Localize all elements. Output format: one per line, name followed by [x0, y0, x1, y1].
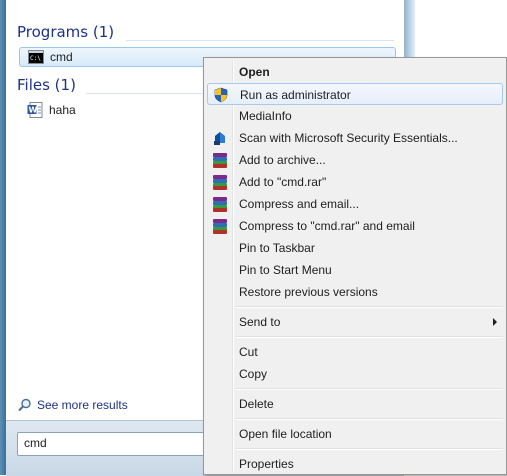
- menu-item-compress-to-cmd-rar-and-email[interactable]: Compress to "cmd.rar" and email: [207, 215, 503, 237]
- menu-separator: [236, 388, 503, 390]
- menu-item-label: Pin to Taskbar: [239, 241, 315, 255]
- menu-item-label: Compress and email...: [239, 197, 360, 211]
- menu-item-delete[interactable]: Delete: [207, 393, 503, 415]
- menu-item-label: Open file location: [239, 427, 332, 441]
- programs-header[interactable]: Programs (1): [17, 23, 114, 45]
- menu-item-label: Run as administrator: [240, 88, 351, 102]
- menu-item-label: Open: [239, 65, 270, 79]
- menu-item-label: Cut: [239, 345, 258, 359]
- context-menu: Open Run as administrator MediaInfo Scan…: [203, 57, 507, 475]
- search-icon: [18, 398, 31, 412]
- menu-item-properties[interactable]: Properties: [207, 453, 503, 475]
- menu-separator: [236, 306, 503, 308]
- result-label: cmd: [50, 50, 73, 64]
- menu-item-label: Pin to Start Menu: [239, 263, 332, 277]
- menu-item-restore-previous-versions[interactable]: Restore previous versions: [207, 281, 503, 303]
- files-header[interactable]: Files (1): [17, 76, 76, 98]
- winrar-icon: [212, 152, 228, 168]
- winrar-icon: [212, 174, 228, 190]
- winrar-icon: [212, 218, 228, 234]
- menu-separator: [236, 336, 503, 338]
- menu-item-run-as-administrator[interactable]: Run as administrator: [207, 83, 503, 105]
- see-more-label: See more results: [37, 398, 128, 412]
- menu-item-label: Restore previous versions: [239, 285, 378, 299]
- menu-item-compress-and-email[interactable]: Compress and email...: [207, 193, 503, 215]
- uac-shield-icon: [214, 87, 228, 103]
- menu-item-label: Copy: [239, 367, 268, 381]
- programs-divider: [126, 40, 394, 41]
- winrar-icon: [212, 196, 228, 212]
- menu-item-pin-to-taskbar[interactable]: Pin to Taskbar: [207, 237, 503, 259]
- menu-item-mediainfo[interactable]: MediaInfo: [207, 105, 503, 127]
- menu-item-cut[interactable]: Cut: [207, 341, 503, 363]
- menu-item-label: Scan with Microsoft Security Essentials.…: [239, 131, 458, 145]
- menu-separator: [236, 418, 503, 420]
- menu-item-label: Send to: [239, 315, 281, 329]
- menu-item-label: Delete: [239, 397, 274, 411]
- menu-item-copy[interactable]: Copy: [207, 363, 503, 385]
- menu-item-open-file-location[interactable]: Open file location: [207, 423, 503, 445]
- word-document-icon: W: [27, 102, 43, 118]
- menu-item-add-to-archive[interactable]: Add to archive...: [207, 149, 503, 171]
- menu-separator: [236, 448, 503, 450]
- svg-text:C:\: C:\: [30, 55, 41, 62]
- see-more-results-link[interactable]: See more results: [18, 398, 128, 412]
- menu-item-label: Add to archive...: [239, 153, 326, 167]
- submenu-arrow-icon: [493, 318, 497, 326]
- menu-item-label: Add to "cmd.rar": [239, 175, 327, 189]
- menu-item-pin-to-start-menu[interactable]: Pin to Start Menu: [207, 259, 503, 281]
- menu-item-label: Compress to "cmd.rar" and email: [239, 219, 415, 233]
- menu-item-label: MediaInfo: [239, 109, 292, 123]
- security-essentials-icon: [214, 132, 225, 145]
- svg-text:W: W: [29, 106, 38, 115]
- cmd-icon: C:\: [28, 50, 44, 64]
- menu-item-send-to[interactable]: Send to: [207, 311, 503, 333]
- menu-item-open[interactable]: Open: [207, 61, 503, 83]
- menu-item-add-to-cmd-rar[interactable]: Add to "cmd.rar": [207, 171, 503, 193]
- menu-item-label: Properties: [239, 457, 294, 471]
- result-label: haha: [49, 103, 76, 117]
- menu-item-scan-security-essentials[interactable]: Scan with Microsoft Security Essentials.…: [207, 127, 503, 149]
